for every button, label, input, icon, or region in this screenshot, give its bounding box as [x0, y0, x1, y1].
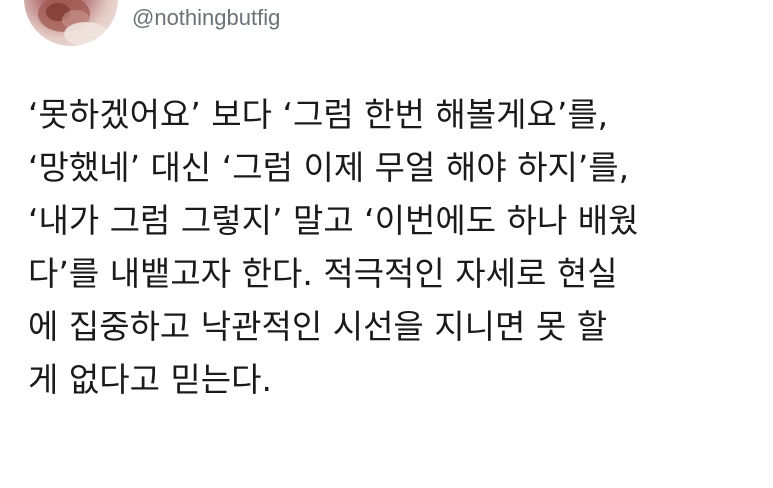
tweet-text: ‘못하겠어요’ 보다 ‘그럼 한번 해볼게요’를, ‘망했네’ 대신 ‘그럼 이…	[28, 88, 768, 406]
tweet-text-line: 게 없다고 믿는다.	[28, 360, 272, 399]
avatar-image	[38, 0, 108, 46]
tweet-text-line: ‘망했네’ 대신 ‘그럼 이제 무얼 해야 하지’를,	[28, 148, 630, 187]
tweet-card: @nothingbutfig ‘못하겠어요’ 보다 ‘그럼 한번 해볼게요’를,…	[0, 0, 773, 488]
tweet-text-line: 다’를 내뱉고자 한다. 적극적인 자세로 현실	[28, 254, 618, 293]
tweet-text-line: ‘내가 그럼 그렇지’ 말고 ‘이번에도 하나 배웠	[28, 201, 639, 240]
tweet-text-line: ‘못하겠어요’ 보다 ‘그럼 한번 해볼게요’를,	[28, 95, 609, 134]
user-handle[interactable]: @nothingbutfig	[132, 4, 280, 32]
avatar[interactable]	[24, 0, 118, 46]
tweet-text-line: 에 집중하고 낙관적인 시선을 지니면 못 할	[28, 307, 608, 346]
